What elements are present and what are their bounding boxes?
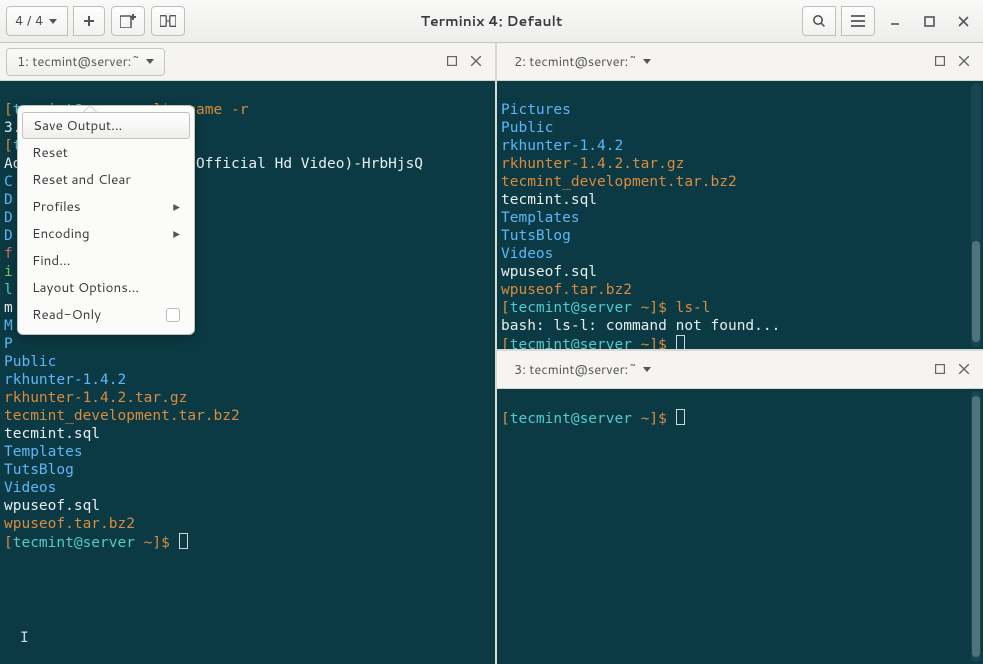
menu-item-label: Reset and Clear — [32, 170, 131, 189]
menu-item-reset[interactable]: Reset — [22, 139, 190, 166]
right-bottom-pane-header: 3: tecmint@server:~ — [497, 351, 983, 389]
left-pane-title: 1: tecmint@server:~ — [17, 53, 140, 71]
menu-item-label: Layout Options… — [32, 278, 139, 297]
split-terminal-button[interactable] — [151, 6, 185, 36]
left-pane-header: 1: tecmint@server:~ — [0, 43, 495, 81]
close-icon — [959, 56, 969, 66]
terminal-plus-icon — [120, 14, 136, 28]
menu-item-label: Reset — [32, 143, 68, 162]
headerbar-right-group — [802, 6, 977, 36]
menu-item-read-only[interactable]: Read-Only — [22, 301, 190, 328]
menu-item-find[interactable]: Find… — [22, 247, 190, 274]
menu-item-layout-options[interactable]: Layout Options… — [22, 274, 190, 301]
headerbar-left-group: 4 / 4 — [6, 6, 185, 36]
scrollbar-thumb[interactable] — [972, 241, 980, 341]
maximize-icon — [935, 56, 945, 66]
right-column: 2: tecmint@server:~ Pictures Public rkhu… — [497, 43, 983, 664]
scrollbar[interactable] — [971, 83, 981, 347]
close-icon — [958, 16, 969, 27]
chevron-down-icon — [146, 59, 154, 64]
split-icon — [160, 15, 176, 27]
left-pane-title-button[interactable]: 1: tecmint@server:~ — [6, 48, 165, 76]
cursor — [676, 409, 685, 425]
window-close-button[interactable] — [949, 7, 977, 35]
session-selector-button[interactable]: 4 / 4 — [6, 6, 68, 36]
right-top-pane-title: 2: tecmint@server:~ — [514, 53, 637, 71]
cursor — [676, 335, 685, 349]
text-cursor-ibeam: I — [20, 629, 29, 647]
close-icon — [959, 364, 969, 374]
session-label: 4 / 4 — [15, 12, 43, 30]
right-bottom-pane-title: 3: tecmint@server:~ — [514, 361, 637, 379]
search-icon — [812, 14, 826, 28]
right-bottom-pane-controls — [935, 361, 977, 379]
right-top-pane-title-button[interactable]: 2: tecmint@server:~ — [503, 48, 662, 76]
menu-item-label: Find… — [32, 251, 71, 270]
pane-close-button[interactable] — [471, 53, 481, 71]
close-icon — [471, 56, 481, 66]
hamburger-icon — [851, 15, 865, 27]
search-button[interactable] — [802, 6, 836, 36]
minimize-icon — [889, 15, 901, 27]
content-area: 1: tecmint@server:~ [tecmint@server ~]$ … — [0, 43, 983, 664]
hamburger-menu-button[interactable] — [841, 6, 875, 36]
menu-item-label: Profiles — [32, 197, 81, 216]
window-minimize-button[interactable] — [881, 7, 909, 35]
right-top-pane: 2: tecmint@server:~ Pictures Public rkhu… — [497, 43, 983, 351]
plus-icon — [83, 15, 95, 27]
menu-item-encoding[interactable]: Encoding ▸ — [22, 220, 190, 247]
maximize-icon — [935, 364, 945, 374]
chevron-down-icon — [49, 19, 57, 24]
scrollbar[interactable] — [971, 391, 981, 662]
pane-maximize-button[interactable] — [935, 361, 945, 379]
pane-close-button[interactable] — [959, 361, 969, 379]
add-terminal-button[interactable] — [111, 6, 145, 36]
chevron-down-icon — [643, 59, 651, 64]
menu-item-profiles[interactable]: Profiles ▸ — [22, 193, 190, 220]
submenu-arrow-icon: ▸ — [173, 224, 180, 243]
cursor — [179, 533, 188, 549]
scrollbar-thumb[interactable] — [972, 396, 980, 656]
menu-item-reset-clear[interactable]: Reset and Clear — [22, 166, 190, 193]
maximize-icon — [447, 56, 457, 66]
pane-context-menu: Save Output… Reset Reset and Clear Profi… — [17, 105, 195, 335]
right-top-terminal[interactable]: Pictures Public rkhunter-1.4.2 rkhunter-… — [497, 81, 983, 349]
menu-item-label: Save Output… — [33, 116, 122, 135]
menu-item-save-output[interactable]: Save Output… — [22, 112, 190, 139]
new-session-button[interactable] — [73, 6, 105, 36]
menu-item-label: Encoding — [32, 224, 90, 243]
maximize-icon — [924, 16, 935, 27]
window-maximize-button[interactable] — [915, 7, 943, 35]
right-bottom-pane-title-button[interactable]: 3: tecmint@server:~ — [503, 356, 662, 384]
checkbox[interactable] — [166, 308, 180, 322]
right-top-pane-controls — [935, 53, 977, 71]
pane-maximize-button[interactable] — [447, 53, 457, 71]
menu-item-label: Read-Only — [32, 305, 101, 324]
left-pane-controls — [447, 53, 489, 71]
pane-close-button[interactable] — [959, 53, 969, 71]
chevron-down-icon — [643, 367, 651, 372]
submenu-arrow-icon: ▸ — [173, 197, 180, 216]
right-bottom-pane: 3: tecmint@server:~ [tecmint@server ~]$ — [497, 351, 983, 664]
headerbar: 4 / 4 Terminix 4: Default — [0, 0, 983, 43]
right-bottom-terminal[interactable]: [tecmint@server ~]$ — [497, 389, 983, 664]
right-top-pane-header: 2: tecmint@server:~ — [497, 43, 983, 81]
pane-maximize-button[interactable] — [935, 53, 945, 71]
